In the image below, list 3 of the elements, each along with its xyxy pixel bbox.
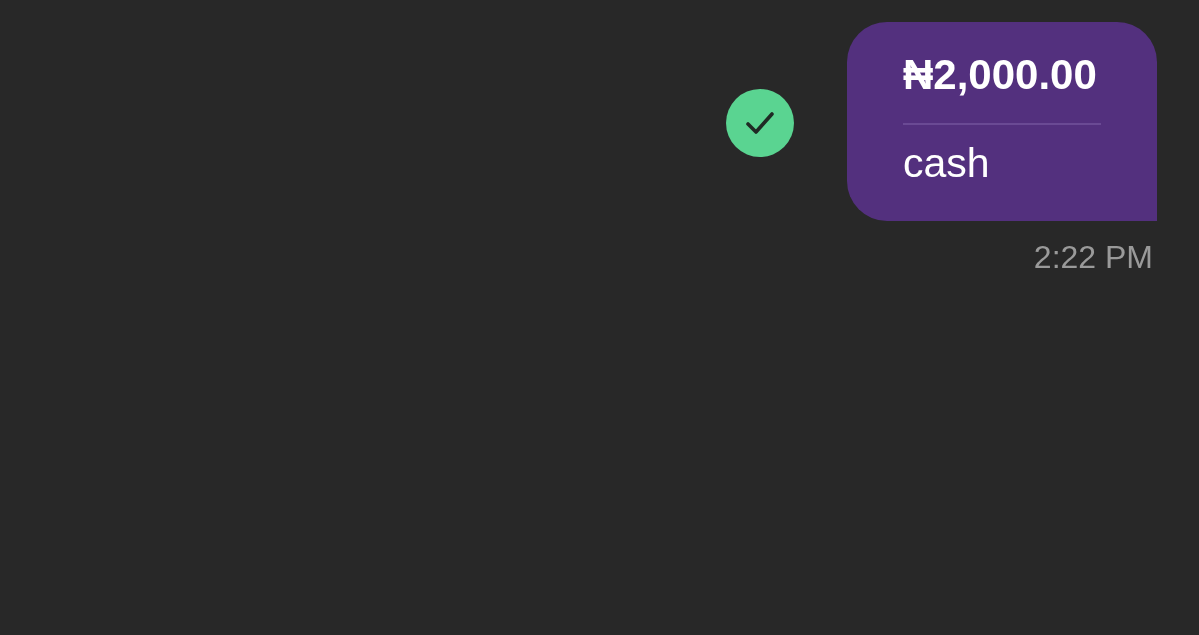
amount-text: ₦2,000.00 xyxy=(903,50,1098,100)
message-time: 2:22 PM xyxy=(1033,237,1153,276)
note-text: cash xyxy=(903,139,991,189)
